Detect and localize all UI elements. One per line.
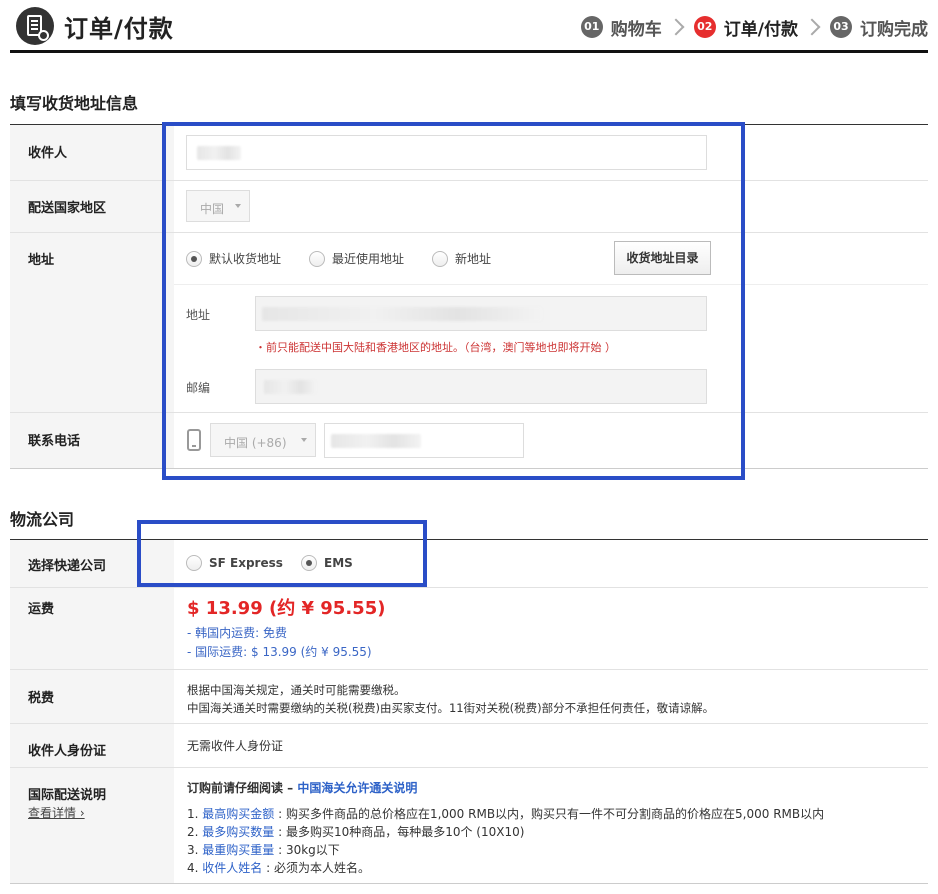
- tax-note-line1: 根据中国海关规定，通关时可能需要缴税。: [187, 683, 406, 697]
- shipping-fee-row: 运费 $ 13.99 (约 ¥ 95.55) - 韩国内运费: 免费 - 国际运…: [10, 588, 928, 670]
- recipient-id-value: 无需收件人身份证: [187, 739, 284, 753]
- logistics-section-title: 物流公司: [10, 510, 75, 529]
- page-header: 订单/付款 01 购物车 02 订单/付款 03 订购完成: [0, 0, 938, 52]
- order-payment-icon: [16, 7, 54, 45]
- carrier-label: 选择快递公司: [28, 559, 107, 574]
- rule-item: 4. 收件人姓名 : 必须为本人姓名。: [187, 861, 370, 875]
- recipient-id-label: 收件人身份证: [28, 744, 107, 759]
- chevron-right-icon: [667, 18, 685, 36]
- view-details-link[interactable]: 查看详情 ›: [28, 804, 85, 821]
- recipient-id-row: 收件人身份证 无需收件人身份证: [10, 724, 928, 768]
- step-complete: 03 订购完成: [830, 15, 928, 40]
- intl-rules-title: 订购前请仔细阅读 – 中国海关允许通关说明: [187, 781, 418, 795]
- chevron-right-icon: [803, 18, 821, 36]
- rule-item: 3. 最重购买重量 : 30kg以下: [187, 843, 340, 857]
- shipping-price: $ 13.99 (约 ¥ 95.55): [187, 598, 386, 619]
- tax-label: 税费: [28, 691, 55, 706]
- customs-rules-link[interactable]: 中国海关允许通关说明: [297, 781, 417, 795]
- domestic-shipping-note: - 韩国内运费: 免费: [187, 626, 288, 640]
- page-title: 订单/付款: [64, 15, 174, 43]
- address-section-title: 填写收货地址信息: [10, 94, 139, 113]
- step-order-payment: 02 订单/付款: [693, 15, 798, 40]
- shipping-fee-label: 运费: [28, 602, 55, 617]
- country-label: 配送国家地区: [28, 201, 107, 216]
- address-label: 地址: [28, 253, 55, 268]
- tax-row: 税费 根据中国海关规定，通关时可能需要缴税。 中国海关通关时需要缴纳的关税(税费…: [10, 670, 928, 724]
- checkout-steps: 01 购物车 02 订单/付款 03 订购完成: [580, 14, 928, 40]
- intl-delivery-row: 国际配送说明 查看详情 › 订购前请仔细阅读 – 中国海关允许通关说明 1. 最…: [10, 768, 928, 884]
- highlight-box: [162, 122, 745, 480]
- recipient-label: 收件人: [28, 146, 68, 161]
- phone-label: 联系电话: [28, 434, 81, 449]
- intl-shipping-note: - 国际运费: $ 13.99 (约 ¥ 95.55): [187, 645, 372, 659]
- tax-note-line2: 中国海关通关时需要缴纳的关税(税费)由买家支付。11街对关税(税费)部分不承担任…: [187, 701, 715, 715]
- rule-item: 1. 最高购买金额 : 购买多件商品的总价格应在1,000 RMB以内，购买只有…: [187, 807, 825, 821]
- step-cart: 01 购物车: [580, 15, 662, 40]
- intl-delivery-label: 国际配送说明: [28, 788, 107, 803]
- highlight-box: [137, 520, 427, 587]
- header-divider: [10, 50, 928, 53]
- rule-item: 2. 最多购买数量 : 最多购买10种商品，每种最多10个 (10X10): [187, 825, 525, 839]
